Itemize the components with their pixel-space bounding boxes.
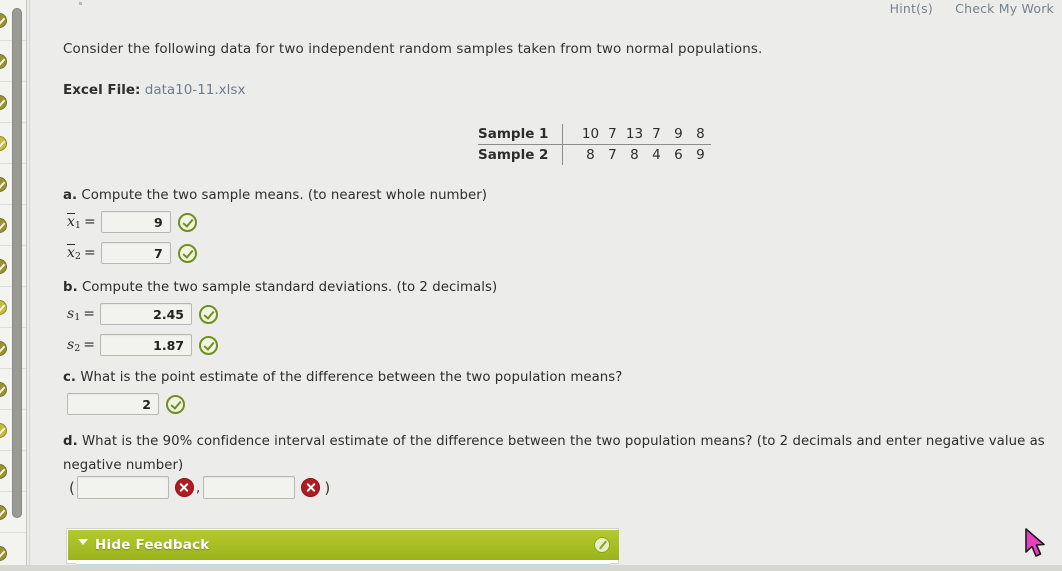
xbar1-input[interactable] (100, 211, 171, 233)
check-circle-icon (0, 218, 7, 233)
row-values: 10 7 13 7 9 8 (562, 124, 712, 145)
separator: , (195, 479, 201, 496)
cell: 10 (581, 126, 600, 142)
point-estimate-input[interactable] (67, 393, 159, 415)
correct-check-icon (177, 243, 197, 263)
incorrect-x-icon (174, 478, 194, 497)
hints-link[interactable]: Hint(s) (890, 1, 933, 16)
check-circle-icon (0, 13, 7, 28)
question-b-text: b. Compute the two sample standard devia… (63, 280, 497, 295)
close-paren: ) (324, 478, 331, 497)
left-scrollbar[interactable] (12, 8, 22, 518)
table-row: Sample 2 878469 (478, 144, 712, 165)
question-d-text: d. What is the 90% confidence interval e… (63, 430, 1058, 478)
answer-row-xbar1: x1 = (67, 211, 197, 233)
subscript: 2 (74, 251, 81, 262)
cell: 8 (586, 147, 595, 163)
bottom-edge (0, 565, 1062, 571)
row-values: 878469 (562, 144, 712, 165)
cell: 4 (652, 147, 661, 163)
cell: 9 (674, 126, 683, 142)
excel-file-line: Excel File: data10-11.xlsx (63, 82, 245, 98)
s1-input[interactable] (99, 303, 192, 325)
question-c-text: c. What is the point estimate of the dif… (63, 370, 622, 385)
question-d-letter: d. (63, 434, 78, 449)
excel-file-label: Excel File: (63, 82, 141, 98)
answer-row-confidence-interval: ( , ) (67, 476, 332, 499)
subscript: 1 (74, 311, 81, 323)
question-a-body: Compute the two sample means. (to neares… (77, 188, 488, 203)
cell: 7 (652, 126, 661, 142)
question-b-body: Compute the two sample standard deviatio… (77, 280, 498, 295)
cell: 6 (674, 147, 683, 163)
left-nav-strip (0, 0, 26, 571)
check-circle-icon (0, 382, 7, 397)
top-action-links: Hint(s) Check My Work (872, 1, 1054, 16)
check-circle-icon (0, 464, 7, 479)
question-c-body: What is the point estimate of the differ… (76, 370, 623, 385)
question-d-body: What is the 90% confidence interval esti… (63, 434, 1045, 473)
check-circle-icon (0, 505, 7, 520)
table-row: Sample 1 10 7 13 7 9 8 (478, 124, 712, 145)
answer-row-s1: s1 = (67, 303, 218, 325)
xbar2-input[interactable] (100, 242, 171, 264)
ci-upper-input[interactable] (203, 476, 296, 499)
check-circle-icon (0, 95, 7, 110)
answer-row-xbar2: x2 = (67, 242, 197, 264)
s2-input[interactable] (99, 334, 192, 356)
check-circle-icon (0, 54, 7, 69)
hide-feedback-toggle[interactable]: Hide Feedback (68, 530, 619, 560)
question-a-text: a. Compute the two sample means. (to nea… (63, 188, 487, 203)
decorative-mark (79, 2, 82, 5)
question-c-letter: c. (63, 370, 77, 385)
cell: 13 (625, 126, 644, 142)
cell: 7 (608, 147, 617, 163)
correct-check-icon (166, 394, 185, 414)
check-circle-icon (0, 546, 7, 561)
cell: 9 (696, 147, 705, 163)
correct-check-icon (198, 304, 218, 324)
feedback-section: Hide Feedback (66, 528, 619, 571)
question-panel-inner: Hint(s) Check My Work Consider the follo… (29, 0, 1062, 571)
cell: 7 (608, 126, 617, 142)
check-circle-icon (0, 136, 7, 151)
question-prompt: Consider the following data for two inde… (63, 41, 763, 57)
check-circle-icon (0, 423, 7, 438)
exercise-screen: Hint(s) Check My Work Consider the follo… (0, 0, 1062, 571)
check-my-work-link[interactable]: Check My Work (955, 1, 1054, 16)
question-b-letter: b. (63, 280, 78, 295)
row-label: Sample 2 (478, 147, 549, 163)
subscript: 2 (74, 342, 81, 354)
row-label: Sample 1 (478, 124, 563, 145)
answer-row-point-estimate (67, 393, 185, 415)
cell: 8 (630, 147, 639, 163)
incorrect-x-icon (301, 478, 321, 497)
ci-lower-input[interactable] (76, 476, 169, 499)
cell: 8 (696, 126, 705, 142)
excel-file-link[interactable]: data10-11.xlsx (145, 82, 246, 98)
question-a-letter: a. (63, 188, 78, 203)
subscript: 1 (74, 220, 81, 231)
triangle-down-icon (78, 539, 88, 545)
variable-s1: s1 = (67, 305, 95, 323)
variable-s2: s2 = (67, 336, 95, 354)
open-paren: ( (69, 478, 75, 497)
sample-data-table: Sample 1 10 7 13 7 9 8 Sample 2 878469 (478, 124, 712, 165)
hide-feedback-label: Hide Feedback (95, 537, 210, 553)
variable-xbar1: x1 = (67, 213, 96, 231)
check-circle-icon (0, 300, 7, 315)
check-circle-icon (0, 341, 7, 356)
correct-check-icon (198, 335, 218, 355)
correct-check-icon (177, 212, 197, 232)
check-circle-icon (0, 177, 7, 192)
variable-xbar2: x2 = (67, 244, 96, 262)
check-circle-icon (0, 259, 7, 274)
question-panel: Hint(s) Check My Work Consider the follo… (26, 0, 1062, 571)
pencil-icon[interactable] (594, 537, 610, 553)
answer-row-s2: s2 = (67, 334, 218, 356)
